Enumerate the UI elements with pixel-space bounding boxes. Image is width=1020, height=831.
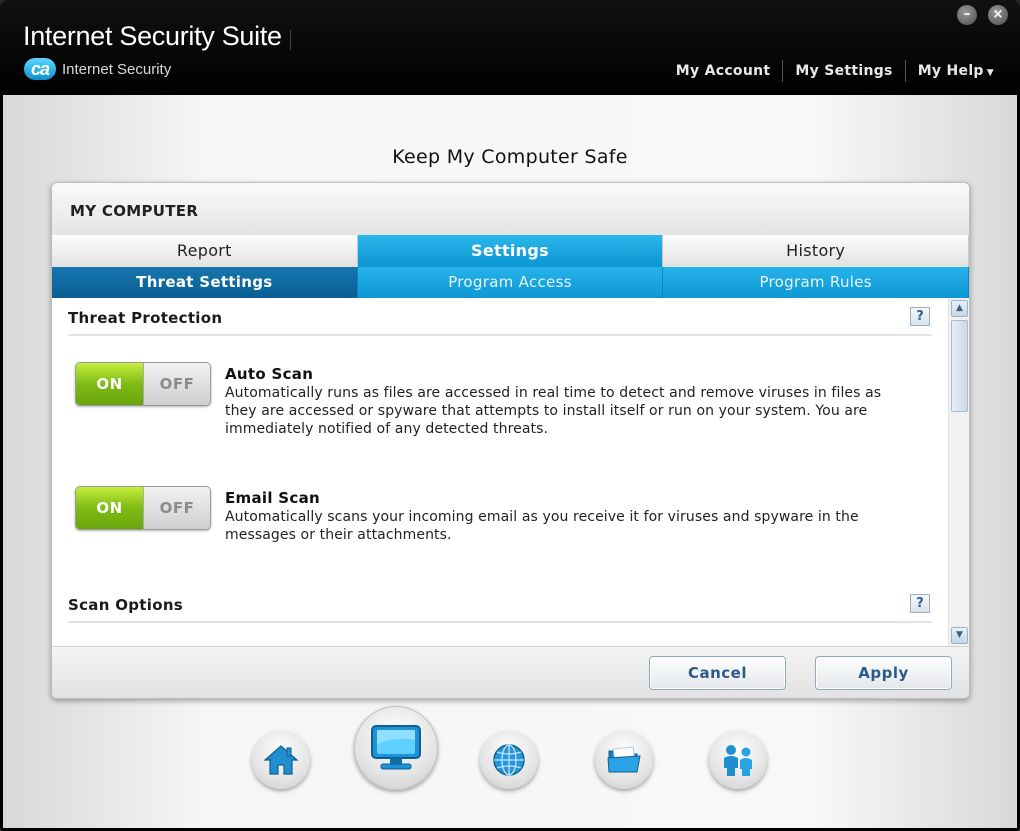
panel-header: MY COMPUTER [52,183,969,235]
cancel-button[interactable]: Cancel [649,656,786,690]
subtab-program-rules[interactable]: Program Rules [663,267,969,298]
vertical-scrollbar[interactable]: ▲ ▼ [948,298,969,646]
monitor-icon [371,725,421,770]
panel-title: MY COMPUTER [70,202,199,220]
email-scan-toggle[interactable]: ON OFF [75,486,211,530]
top-nav: My Account My Settings My Help ▼ [664,60,1006,82]
section-title: Threat Protection [68,309,223,327]
home-icon [263,745,299,775]
toggle-off-option[interactable]: OFF [143,487,210,529]
title-divider [290,30,291,50]
subtab-program-access[interactable]: Program Access [357,267,664,298]
subtab-threat-settings[interactable]: Threat Settings [52,267,358,298]
sub-tabs: Threat Settings Program Access Program R… [52,267,969,298]
dock-my-computer-button[interactable] [354,706,438,790]
family-icon [724,745,752,776]
nav-my-help-label: My Help [917,63,984,79]
tab-report[interactable]: Report [52,235,358,267]
auto-scan-toggle[interactable]: ON OFF [75,362,211,406]
globe-icon [493,744,525,776]
help-icon[interactable]: ? [910,594,930,613]
bottom-dock [0,700,1020,828]
main-tabs: Report Settings History [52,235,969,267]
option-description: Automatically scans your incoming email … [225,509,859,543]
page-heading: Keep My Computer Safe [392,146,628,168]
option-title: Auto Scan [225,365,314,383]
brand: ca Internet Security [24,58,171,80]
nav-my-help[interactable]: My Help ▼ [906,63,1006,79]
option-title: Email Scan [225,489,320,507]
section-threat-protection: Threat Protection ? [68,302,932,336]
scroll-thumb[interactable] [951,320,968,412]
scroll-up-icon[interactable]: ▲ [951,300,968,317]
toggle-on-option[interactable]: ON [76,487,143,529]
close-button[interactable]: × [988,5,1008,25]
dock-family-button[interactable] [709,731,767,789]
option-description: Automatically runs as files are accessed… [225,385,882,437]
app-title: Internet Security Suite [23,21,282,51]
auto-scan-option: Auto Scan Automatically runs as files ar… [225,365,915,438]
toggle-on-option[interactable]: ON [76,363,143,405]
section-scan-options: Scan Options ? [68,589,932,623]
tab-settings[interactable]: Settings [357,235,664,267]
dock-home-button[interactable] [252,731,310,789]
minimize-button[interactable]: – [957,5,977,25]
apply-button[interactable]: Apply [815,656,952,690]
nav-my-account[interactable]: My Account [664,63,783,79]
toggle-off-option[interactable]: OFF [143,363,210,405]
app-window: Internet Security Suite ca Internet Secu… [0,0,1020,831]
section-title: Scan Options [68,596,184,614]
nav-my-settings[interactable]: My Settings [783,63,904,79]
scroll-down-icon[interactable]: ▼ [951,627,968,644]
email-scan-option: Email Scan Automatically scans your inco… [225,489,915,544]
my-computer-panel: MY COMPUTER Report Settings History Thre… [51,182,970,699]
panel-footer: Cancel Apply [52,646,969,698]
folder-icon [607,746,641,773]
title-bar: Internet Security Suite ca Internet Secu… [0,0,1020,95]
help-icon[interactable]: ? [910,307,930,326]
dock-files-button[interactable] [595,731,653,789]
brand-text: Internet Security [62,60,172,78]
dock-internet-button[interactable] [480,731,538,789]
caret-down-icon: ▼ [986,68,994,78]
ca-logo-icon: ca [24,58,56,80]
tab-history[interactable]: History [663,235,969,267]
settings-scroll-area[interactable]: Threat Protection ? ON OFF Auto Scan Aut… [52,298,969,646]
